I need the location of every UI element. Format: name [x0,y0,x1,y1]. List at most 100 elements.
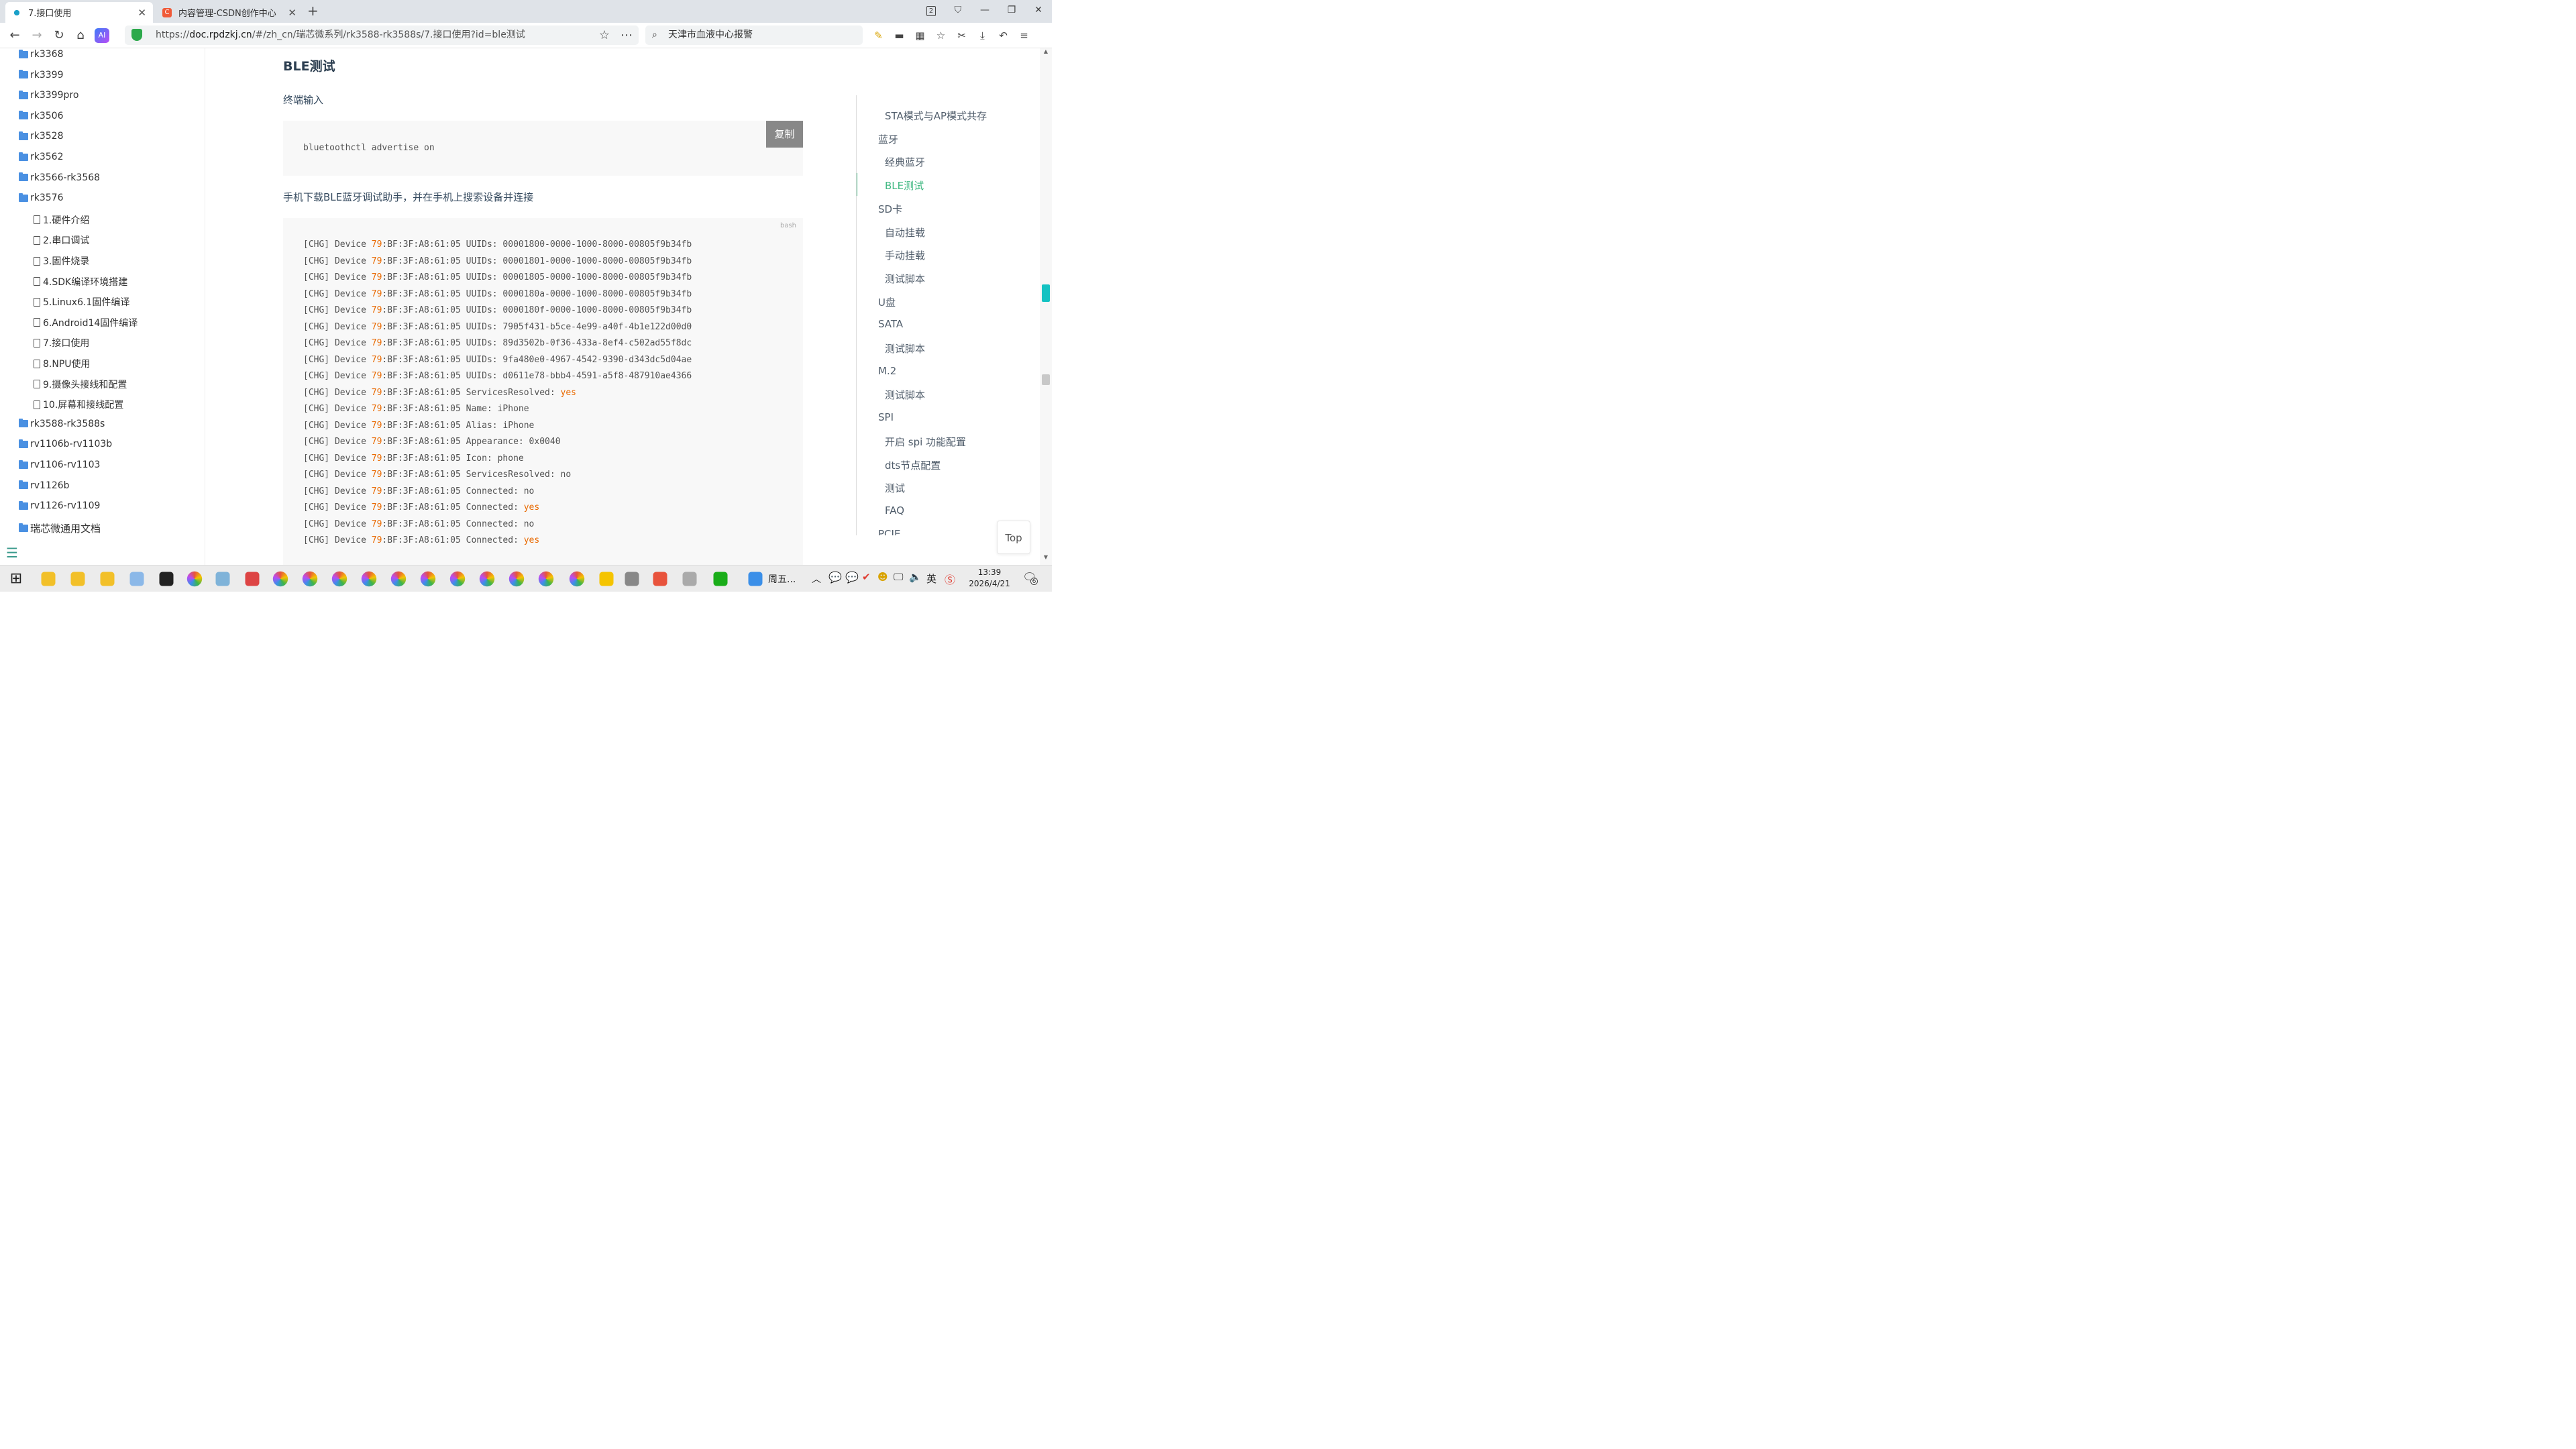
weather-text[interactable]: 周五... [768,572,796,586]
windows-start-icon[interactable]: ⊞ [7,570,25,588]
sidebar-doc-item[interactable]: 9.摄像头接线和配置 [34,378,127,391]
toc-item[interactable]: 测试脚本 [885,272,925,286]
close-tab-icon[interactable]: ✕ [288,7,297,19]
tab-interface-usage[interactable]: 7.接口使用 ✕ [5,2,153,23]
sidebar-doc-item[interactable]: 1.硬件介绍 [34,213,89,227]
toc-item[interactable]: SD卡 [878,202,902,216]
browser-window-icon[interactable] [569,571,585,587]
toc-item[interactable]: BLE测试 [885,178,924,193]
browser-window-icon[interactable] [390,571,407,587]
toc-item[interactable]: PCIE [878,528,900,535]
file-explorer-icon[interactable] [100,572,115,586]
favorites-list-icon[interactable]: ☆ [932,27,950,44]
toc-item[interactable]: U盘 [878,295,896,309]
sidebar-doc-item[interactable]: 7.接口使用 [34,336,89,350]
settings-gear-icon[interactable] [625,572,639,586]
paint-icon[interactable] [129,572,144,586]
sidebar-folder-item[interactable]: rk3399pro [19,90,78,101]
sidebar-doc-item[interactable]: 4.SDK编译环境搭建 [34,275,127,288]
more-options-icon[interactable]: ⋯ [618,27,635,44]
browser-window-icon[interactable] [538,571,554,587]
browser-window-icon[interactable] [449,571,466,587]
ai-icon[interactable]: AI [95,28,109,43]
hamburger-menu-icon[interactable]: ☰ [6,545,18,561]
sidebar-folder-item[interactable]: rk3566-rk3568 [19,172,100,183]
copy-button[interactable]: 复制 [766,121,803,148]
toc-item[interactable]: 手动挂载 [885,248,925,262]
sidebar-folder-item[interactable]: rv1126-rv1109 [19,500,100,511]
toc-item[interactable]: 开启 spi 功能配置 [885,435,966,449]
sidebar-folder-item[interactable]: rk3576 [19,193,64,203]
weather-umbrella-icon[interactable] [748,572,763,586]
toc-item[interactable]: 测试 [885,481,905,495]
browser-360-icon[interactable] [186,571,203,587]
browser-window-icon[interactable] [272,571,288,587]
show-hidden-icons-icon[interactable]: ︿ [812,572,821,586]
toc-item[interactable]: FAQ [885,504,904,517]
sidebar-folder-item[interactable]: rk3562 [19,152,64,162]
security-shield-icon[interactable] [131,29,142,41]
sidebar-folder-item[interactable]: rk3528 [19,131,64,142]
toc-item[interactable]: dts节点配置 [885,458,941,472]
minimize-button[interactable]: — [971,0,998,20]
download-icon[interactable]: ⤓ [973,27,991,44]
toc-item[interactable]: STA模式与AP模式共存 [885,109,987,123]
sidebar-folder-item[interactable]: rk3506 [19,111,64,121]
reload-button[interactable]: ↻ [50,27,68,44]
close-tab-icon[interactable]: ✕ [138,7,146,19]
bookmark-star-icon[interactable]: ☆ [596,27,613,44]
browser-window-icon[interactable] [331,571,347,587]
sidebar-folder-item[interactable]: 瑞芯微通用文档 [19,521,101,535]
extension-icon[interactable]: ✎ [869,27,888,44]
tab-count-badge[interactable]: 2 [918,0,945,20]
menu-icon[interactable]: ≡ [1015,27,1033,44]
sidebar-folder-item[interactable]: rk3368 [19,49,64,60]
file-explorer-icon[interactable] [70,572,85,586]
browser-window-icon[interactable] [479,571,495,587]
scroll-up-arrow-icon[interactable]: ▲ [1040,47,1052,56]
sidebar-folder-item[interactable]: rk3399 [19,70,64,80]
forward-button[interactable]: → [28,27,46,44]
sogou-ime-icon[interactable]: Ⓢ [945,571,955,587]
browser-window-icon[interactable] [361,571,377,587]
network-icon[interactable]: 🖵 [894,571,903,583]
wechat-tray-icon[interactable]: 💬 [828,571,842,584]
maximize-button[interactable]: ❐ [998,0,1025,20]
toc-item[interactable]: M.2 [878,365,896,377]
antivirus-tray-icon[interactable]: ✔ [862,571,871,583]
screen-icon[interactable]: ▬ [890,27,908,44]
apps-grid-icon[interactable]: ▦ [911,27,929,44]
address-bar[interactable]: https://doc.rpdzkj.cn/#/zh_cn/瑞芯微系列/rk35… [125,25,639,45]
close-window-button[interactable]: ✕ [1025,0,1052,20]
chrome-icon[interactable] [245,572,260,586]
tools-icon[interactable] [682,572,697,586]
toc-item[interactable]: 经典蓝牙 [885,155,925,169]
screenshot-scissors-icon[interactable]: ✂ [953,27,971,44]
wechat-tray-icon-2[interactable]: 💬 [845,571,859,584]
browser-window-icon[interactable] [420,571,436,587]
sidebar-doc-item[interactable]: 5.Linux6.1固件编译 [34,295,129,309]
scroll-thumb[interactable] [1042,374,1050,385]
browser-window-icon[interactable] [508,571,525,587]
sidebar-doc-item[interactable]: 8.NPU使用 [34,357,91,370]
sidebar-folder-item[interactable]: rv1126b [19,480,70,491]
system-clock[interactable]: 13:39 2026/4/21 [963,567,1016,590]
search-input[interactable]: ⌕ 天津市血液中心报警 [645,25,863,45]
toc-item[interactable]: 测试脚本 [885,388,925,402]
toc-item[interactable]: SPI [878,411,894,423]
file-explorer-icon[interactable] [41,572,56,586]
notification-icon[interactable]: 🗨 6 [1022,571,1038,585]
toc-item[interactable]: 自动挂载 [885,225,925,239]
skin-icon[interactable]: ⛉ [945,0,971,20]
sidebar-folder-item[interactable]: rv1106-rv1103 [19,460,100,470]
ime-indicator[interactable]: 英 [926,572,936,586]
snail-app-icon[interactable] [653,572,667,586]
page-scrollbar[interactable]: ▲ ▼ [1040,48,1052,565]
sidebar-doc-item[interactable]: 3.固件烧录 [34,254,89,268]
volume-icon[interactable]: 🔈 [909,571,922,583]
tab-csdn[interactable]: C 内容管理-CSDN创作中心 ✕ [156,2,303,23]
sidebar-folder-item[interactable]: rv1106b-rv1103b [19,439,112,449]
player-icon[interactable] [599,572,614,586]
toc-item[interactable]: 蓝牙 [878,132,898,146]
tray-app-icon[interactable]: ☻ [877,571,888,583]
